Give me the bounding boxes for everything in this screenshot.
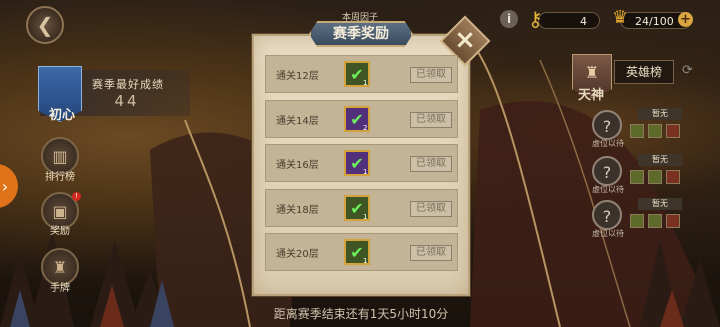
best-score-value: 44 bbox=[114, 92, 140, 110]
reward-chest-icon: ▣ bbox=[52, 201, 68, 221]
back-arrow-icon: ❮ bbox=[36, 13, 54, 37]
reward-item-count: 1 bbox=[363, 79, 368, 87]
slot-tag: 暂无 bbox=[638, 154, 682, 166]
reward-row-label: 通关14层 bbox=[276, 116, 319, 127]
reward-item-count: 2 bbox=[363, 124, 368, 132]
reward-item-count: 1 bbox=[363, 168, 368, 176]
mini-item-icon bbox=[630, 214, 644, 228]
rank-name: 初心 bbox=[48, 108, 75, 123]
info-button[interactable]: i bbox=[500, 10, 518, 28]
leaderboard-slot[interactable]: ? 虚位以待 暂无 bbox=[592, 198, 720, 240]
reward-row: 通关18层 ✔ 1 已领取 bbox=[265, 189, 458, 227]
mini-item-icon bbox=[630, 124, 644, 138]
reward-row-label: 通关12层 bbox=[276, 71, 319, 82]
refresh-icon[interactable]: ⟳ bbox=[682, 63, 693, 78]
modal-title: 赛季奖励 bbox=[309, 21, 413, 47]
reward-row: 通关12层 ✔ 1 已领取 bbox=[265, 55, 458, 93]
reward-row: 通关14层 ✔ 2 已领取 bbox=[265, 100, 458, 138]
leaderboard-slot[interactable]: ? 虚位以待 暂无 bbox=[592, 154, 720, 196]
hero-rank-name: 天神 bbox=[577, 88, 604, 103]
reward-row-label: 通关20层 bbox=[276, 249, 319, 260]
season-countdown: 距离赛季结束还有1天5小时10分 bbox=[273, 307, 449, 321]
key-counter: 4 bbox=[538, 12, 600, 29]
slot-subtitle: 虚位以待 bbox=[592, 229, 624, 238]
unknown-player-icon: ? bbox=[592, 200, 622, 230]
unknown-player-icon: ? bbox=[592, 156, 622, 186]
close-icon: × bbox=[454, 25, 476, 55]
leaderboard-slot[interactable]: ? 虚位以待 暂无 bbox=[592, 108, 720, 150]
reward-row: 通关20层 ✔ 1 已领取 bbox=[265, 233, 458, 271]
reward-row: 通关16层 ✔ 1 已领取 bbox=[265, 144, 458, 182]
mini-item-icon bbox=[666, 214, 680, 228]
card-deck-icon: ♜ bbox=[52, 257, 68, 277]
slot-tag: 暂无 bbox=[638, 108, 682, 120]
reward-item-count: 1 bbox=[363, 257, 368, 265]
claimed-button[interactable]: 已领取 bbox=[410, 245, 452, 261]
reward-item-count: 1 bbox=[363, 213, 368, 221]
back-button[interactable]: ❮ bbox=[26, 6, 64, 44]
unknown-player-icon: ? bbox=[592, 110, 622, 140]
chevron-right-icon: › bbox=[1, 176, 9, 196]
add-button[interactable]: + bbox=[678, 12, 693, 27]
slot-tag: 暂无 bbox=[638, 198, 682, 210]
mini-item-icon bbox=[648, 214, 662, 228]
nav-cards-label: 手牌 bbox=[50, 283, 70, 294]
treasure-icon: ♛ bbox=[612, 7, 629, 28]
mini-item-icon bbox=[666, 124, 680, 138]
slot-subtitle: 虚位以待 bbox=[592, 139, 624, 148]
notification-badge: ! bbox=[72, 192, 81, 201]
ranking-icon: ▥ bbox=[52, 146, 68, 166]
claimed-button[interactable]: 已领取 bbox=[410, 67, 452, 83]
nav-ranking-label: 排行榜 bbox=[45, 172, 75, 183]
mini-item-icon bbox=[630, 170, 644, 184]
nav-reward-label: 奖励 bbox=[50, 226, 70, 237]
mini-item-icon bbox=[666, 170, 680, 184]
mini-item-icon bbox=[648, 124, 662, 138]
key-icon: ⚷ bbox=[528, 7, 543, 31]
reward-row-label: 通关16层 bbox=[276, 160, 319, 171]
mini-item-icon bbox=[648, 170, 662, 184]
claimed-button[interactable]: 已领取 bbox=[410, 112, 452, 128]
best-score-label: 赛季最好成绩 bbox=[92, 78, 164, 91]
slot-subtitle: 虚位以待 bbox=[592, 185, 624, 194]
claimed-button[interactable]: 已领取 bbox=[410, 201, 452, 217]
reward-row-label: 通关18层 bbox=[276, 205, 319, 216]
hero-list-button[interactable]: 英雄榜 bbox=[614, 60, 674, 84]
claimed-button[interactable]: 已领取 bbox=[410, 156, 452, 172]
